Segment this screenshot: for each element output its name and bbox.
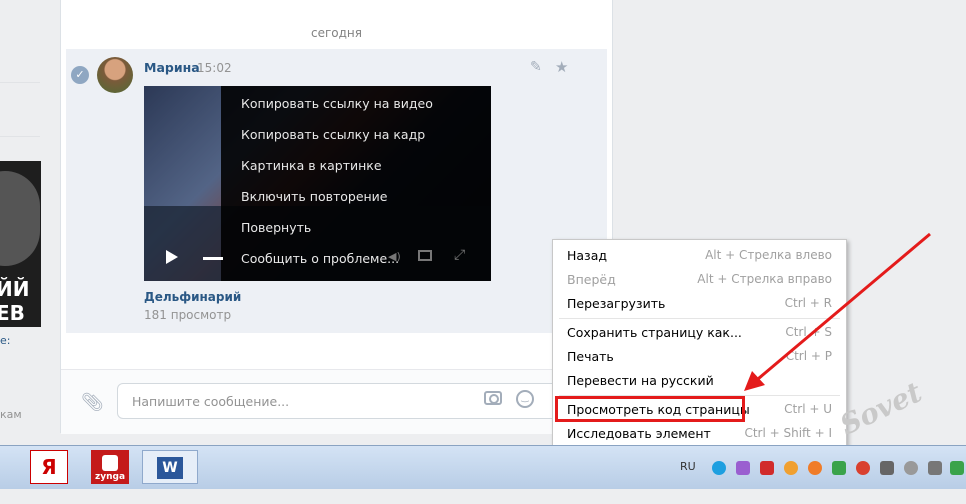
flower-icon[interactable] <box>808 461 822 475</box>
word-glyph: W <box>157 457 183 479</box>
pen-icon[interactable] <box>736 461 750 475</box>
language-indicator[interactable]: RU <box>680 460 696 473</box>
yandex-icon[interactable]: Я <box>30 450 68 484</box>
torrent-icon[interactable] <box>832 461 846 475</box>
clock-icon[interactable] <box>904 461 918 475</box>
shield-icon[interactable] <box>760 461 774 475</box>
network-icon[interactable] <box>950 461 964 475</box>
lock-icon[interactable] <box>880 461 894 475</box>
zynga-icon[interactable]: zynga <box>91 450 129 484</box>
skype-icon[interactable] <box>712 461 726 475</box>
red-arrow-icon <box>744 232 931 391</box>
word-icon[interactable]: W <box>142 450 198 484</box>
taskbar: Я zynga W RU <box>0 445 966 489</box>
chrome-icon[interactable] <box>856 461 870 475</box>
keyboard-icon[interactable] <box>928 461 942 475</box>
ok-icon[interactable] <box>784 461 798 475</box>
